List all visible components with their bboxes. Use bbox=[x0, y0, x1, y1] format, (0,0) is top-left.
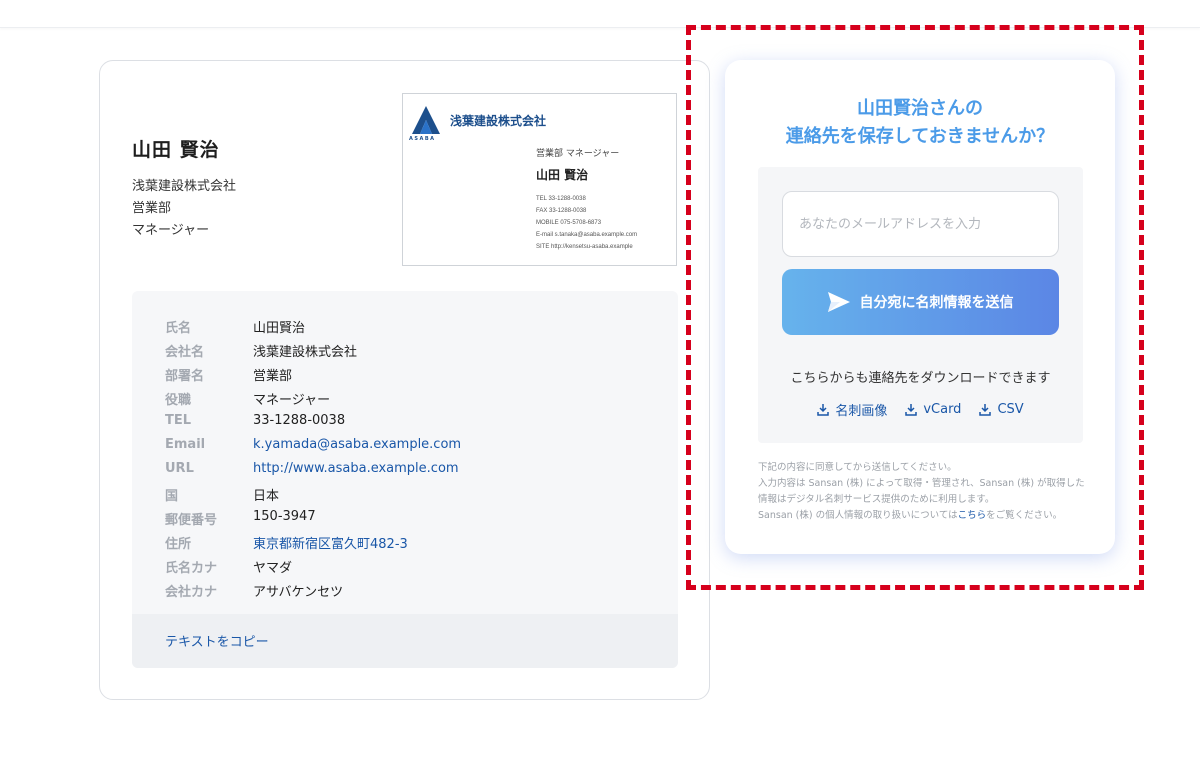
detail-value: 山田賢治 bbox=[253, 321, 306, 336]
detail-label: 国 bbox=[165, 489, 179, 504]
detail-row: TEL 33-1288-0038 bbox=[165, 413, 665, 433]
download-csv-label: CSV bbox=[997, 402, 1024, 417]
download-instruction: こちらからも連絡先をダウンロードできます bbox=[790, 371, 1051, 386]
detail-label: 氏名 bbox=[165, 321, 192, 336]
download-card-image-label: 名刺画像 bbox=[835, 404, 888, 419]
email-input[interactable] bbox=[782, 191, 1059, 257]
detail-row: 部署名 営業部 bbox=[165, 365, 665, 385]
business-card-company: 浅葉建設株式会社 bbox=[450, 114, 547, 128]
profile-title: マネージャー bbox=[132, 223, 210, 238]
detail-value: マネージャー bbox=[253, 393, 331, 408]
profile-department: 営業部 bbox=[132, 201, 172, 216]
business-card-role: 営業部 マネージャー bbox=[536, 149, 620, 159]
detail-value: 営業部 bbox=[253, 369, 293, 384]
send-card-button[interactable]: 自分宛に名刺情報を送信 bbox=[782, 269, 1059, 335]
business-card-name: 山田 賢治 bbox=[536, 168, 589, 182]
download-icon bbox=[817, 404, 830, 416]
business-card-mobile: MOBILE 075-5708-6873 bbox=[536, 220, 602, 226]
download-vcard-label: vCard bbox=[923, 402, 962, 417]
business-card-logo-text: ASABA bbox=[409, 136, 436, 142]
profile-company: 浅葉建設株式会社 bbox=[132, 179, 237, 194]
download-card-image-link[interactable]: 名刺画像 bbox=[817, 400, 887, 419]
send-form: 自分宛に名刺情報を送信 こちらからも連絡先をダウンロードできます 名刺画像 vC… bbox=[758, 167, 1083, 443]
download-icon bbox=[979, 404, 992, 416]
paper-plane-icon bbox=[827, 292, 850, 312]
detail-label: 部署名 bbox=[165, 369, 205, 384]
send-card-label: 自分宛に名刺情報を送信 bbox=[859, 295, 1014, 311]
consent-notice: 下記の内容に同意してから送信してください。 入力内容は Sansan (株) に… bbox=[758, 460, 1088, 524]
detail-value: 33-1288-0038 bbox=[253, 413, 346, 428]
business-card-fax: FAX 33-1288-0038 bbox=[536, 208, 587, 214]
detail-label: Email bbox=[165, 437, 206, 452]
consent-line2: 入力内容は Sansan (株) によって取得・管理され、Sansan (株) … bbox=[758, 478, 1085, 505]
detail-value: 浅葉建設株式会社 bbox=[253, 345, 358, 360]
business-card-email: E-mail s.tanaka@asaba.example.com bbox=[536, 232, 638, 238]
popup-title-line2: 連絡先を保存しておきませんか？ bbox=[785, 126, 1055, 147]
detail-value: ヤマダ bbox=[253, 561, 293, 576]
asaba-logo-icon bbox=[412, 106, 440, 134]
privacy-policy-link[interactable]: こちら bbox=[958, 510, 987, 521]
business-card-site: SITE http://kensetsu-asaba.example bbox=[536, 244, 633, 250]
url-link[interactable]: http://www.asaba.example.com bbox=[253, 461, 459, 476]
detail-row: 氏名カナ ヤマダ bbox=[165, 557, 665, 577]
detail-row: 氏名 山田賢治 bbox=[165, 317, 665, 337]
download-vcard-link[interactable]: vCard bbox=[905, 400, 961, 419]
contact-details-table: 氏名 山田賢治 会社名 浅葉建設株式会社 部署名 営業部 役職 マネージャー T… bbox=[132, 291, 678, 668]
detail-row: 役職 マネージャー bbox=[165, 389, 665, 409]
save-contact-popup: 山田賢治さんの 連絡先を保存しておきませんか？ 自分宛に名刺情報を送信 こちらか… bbox=[725, 60, 1115, 554]
address-link[interactable]: 東京都新宿区富久町482-3 bbox=[253, 533, 408, 552]
detail-label: 住所 bbox=[165, 537, 192, 552]
detail-row: URL http://www.asaba.example.com bbox=[165, 461, 665, 481]
detail-label: 氏名カナ bbox=[165, 561, 218, 576]
detail-label: 会社カナ bbox=[165, 585, 218, 600]
copy-bar: テキストをコピー bbox=[132, 614, 678, 668]
popup-pointer bbox=[712, 173, 726, 193]
detail-label: TEL bbox=[165, 413, 192, 428]
download-csv-link[interactable]: CSV bbox=[979, 400, 1024, 419]
business-card-tel: TEL 33-1288-0038 bbox=[536, 196, 586, 202]
consent-line3-post: をご覧ください。 bbox=[986, 510, 1063, 521]
business-card-image: ASABA 浅葉建設株式会社 営業部 マネージャー 山田 賢治 TEL 33-1… bbox=[402, 93, 677, 266]
detail-label: 役職 bbox=[165, 393, 192, 408]
detail-value: 150-3947 bbox=[253, 509, 316, 524]
detail-row: 住所 東京都新宿区富久町482-3 bbox=[165, 533, 665, 553]
detail-row: Email k.yamada@asaba.example.com bbox=[165, 437, 665, 457]
detail-row: 国 日本 bbox=[165, 485, 665, 505]
detail-row: 会社カナ アサバケンセツ bbox=[165, 581, 665, 601]
download-icon bbox=[905, 404, 918, 416]
detail-label: URL bbox=[165, 461, 194, 476]
consent-line3: Sansan (株) の個人情報の取り扱いについてはこちらをご覧ください。 bbox=[758, 508, 1088, 524]
profile-name: 山田 賢治 bbox=[132, 139, 220, 161]
download-links: 名刺画像 vCard CSV bbox=[758, 400, 1083, 419]
popup-title-line1: 山田賢治さんの bbox=[857, 98, 983, 119]
profile-card: 山田 賢治 浅葉建設株式会社 営業部 マネージャー ASABA 浅葉建設株式会社… bbox=[99, 60, 710, 700]
top-bar bbox=[0, 0, 1200, 28]
email-link[interactable]: k.yamada@asaba.example.com bbox=[253, 437, 461, 452]
detail-value: アサバケンセツ bbox=[253, 585, 344, 600]
consent-line1: 下記の内容に同意してから送信してください。 bbox=[758, 462, 957, 473]
consent-line3-pre: Sansan (株) の個人情報の取り扱いについては bbox=[758, 510, 958, 521]
detail-label: 会社名 bbox=[165, 345, 205, 360]
detail-label: 郵便番号 bbox=[165, 513, 218, 528]
copy-text-link[interactable]: テキストをコピー bbox=[165, 631, 269, 650]
detail-value: 日本 bbox=[253, 489, 280, 504]
detail-row: 会社名 浅葉建設株式会社 bbox=[165, 341, 665, 361]
detail-row: 郵便番号 150-3947 bbox=[165, 509, 665, 529]
